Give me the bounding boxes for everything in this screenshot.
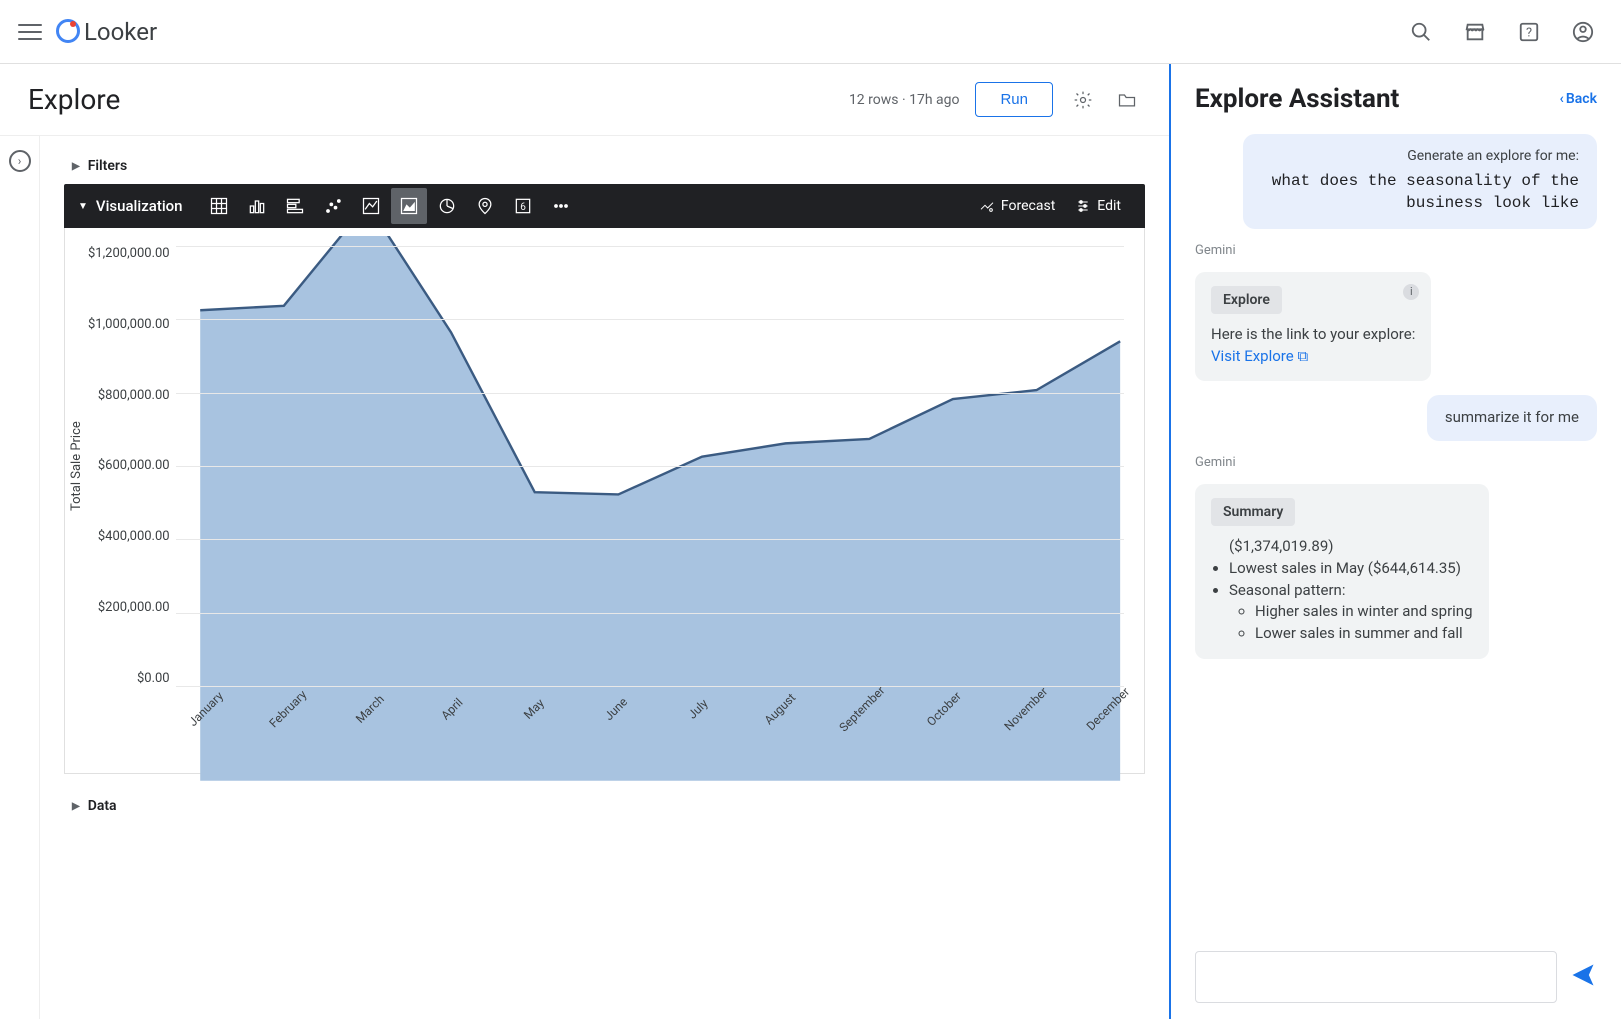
expand-rail-button[interactable]: ›	[9, 150, 31, 172]
search-icon[interactable]	[1401, 12, 1441, 52]
sender-label: Gemini	[1195, 243, 1597, 258]
assistant-title: Explore Assistant	[1195, 84, 1399, 114]
explore-chip[interactable]: Explore	[1211, 286, 1282, 314]
back-link[interactable]: ‹ Back	[1560, 91, 1597, 107]
viz-line-icon[interactable]	[353, 188, 389, 224]
folder-icon[interactable]	[1113, 86, 1141, 114]
user-message: Generate an explore for me: what does th…	[1243, 134, 1597, 229]
area-chart: Total Sale Price $1,200,000.00 $1,000,000…	[64, 228, 1145, 774]
sender-label: Gemini	[1195, 455, 1597, 470]
y-tick: $800,000.00	[98, 388, 170, 403]
y-tick: $1,200,000.00	[88, 246, 170, 261]
y-tick: $400,000.00	[98, 529, 170, 544]
chevron-right-icon: ▶	[72, 801, 80, 812]
data-section[interactable]: ▶ Data	[64, 788, 1145, 824]
chevron-down-icon[interactable]: ▼	[78, 201, 88, 212]
svg-text:6: 6	[520, 202, 526, 213]
looker-logo[interactable]: Looker	[56, 18, 157, 46]
app-name: Looker	[84, 18, 157, 46]
page-title: Explore	[28, 83, 120, 116]
y-tick: $600,000.00	[98, 458, 170, 473]
summary-list: ($1,374,019.89) Lowest sales in May ($64…	[1211, 536, 1473, 645]
viz-scatter-icon[interactable]	[315, 188, 351, 224]
query-meta: 12 rows · 17h ago	[849, 92, 960, 108]
help-icon[interactable]: ?	[1509, 12, 1549, 52]
run-button[interactable]: Run	[975, 82, 1053, 117]
forecast-button[interactable]: Forecast	[969, 198, 1065, 214]
y-tick: $1,000,000.00	[88, 317, 170, 332]
visualization-label: Visualization	[96, 197, 183, 215]
data-label: Data	[88, 798, 117, 814]
viz-area-icon[interactable]	[391, 188, 427, 224]
visit-explore-link[interactable]: Visit Explore ⧉	[1211, 347, 1308, 365]
looker-logo-icon	[56, 21, 78, 43]
visualization-toolbar: ▼ Visualization 6	[64, 184, 1145, 228]
viz-pie-icon[interactable]	[429, 188, 465, 224]
svg-text:?: ?	[1526, 25, 1532, 40]
viz-map-icon[interactable]	[467, 188, 503, 224]
filters-label: Filters	[88, 158, 127, 174]
hamburger-menu[interactable]	[18, 20, 42, 44]
viz-column-icon[interactable]	[239, 188, 275, 224]
edit-button[interactable]: Edit	[1065, 198, 1131, 214]
viz-table-icon[interactable]	[201, 188, 237, 224]
assistant-message: i Explore Here is the link to your explo…	[1195, 272, 1431, 382]
assistant-message: Summary ($1,374,019.89) Lowest sales in …	[1195, 484, 1489, 659]
viz-more-icon[interactable]	[543, 188, 579, 224]
viz-bar-icon[interactable]	[277, 188, 313, 224]
marketplace-icon[interactable]	[1455, 12, 1495, 52]
y-tick: $200,000.00	[98, 600, 170, 615]
user-message: summarize it for me	[1427, 395, 1597, 441]
account-icon[interactable]	[1563, 12, 1603, 52]
y-axis-title: Total Sale Price	[65, 236, 88, 696]
summary-chip: Summary	[1211, 498, 1295, 526]
info-icon[interactable]: i	[1403, 284, 1419, 300]
y-tick: $0.00	[137, 671, 170, 686]
chevron-left-icon: ‹	[1560, 91, 1564, 107]
viz-single-value-icon[interactable]: 6	[505, 188, 541, 224]
chat-input[interactable]	[1195, 951, 1557, 1003]
filters-section[interactable]: ▶ Filters	[64, 148, 1145, 184]
send-button[interactable]	[1569, 961, 1597, 993]
gear-icon[interactable]	[1069, 86, 1097, 114]
chevron-right-icon: ▶	[72, 161, 80, 172]
